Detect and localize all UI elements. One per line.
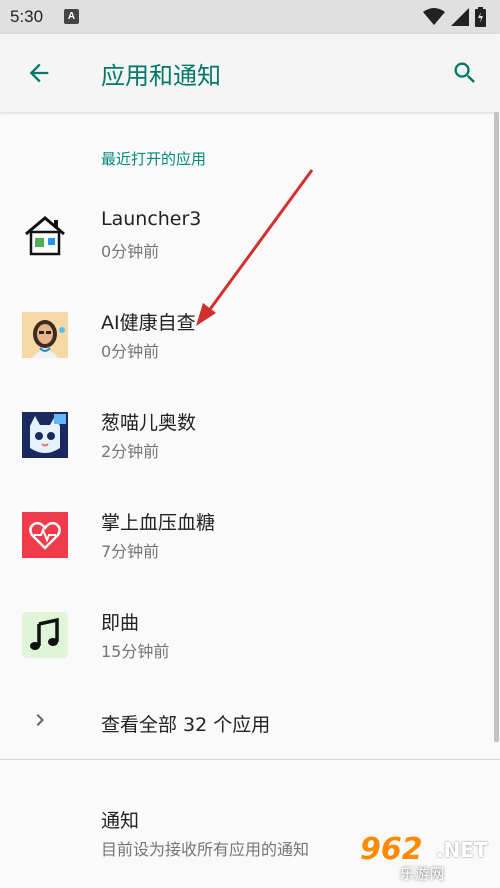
watermark-number: 962 [360,832,423,867]
app-last-used: 7分钟前 [101,542,160,561]
heart-icon [22,512,68,558]
cat-math-icon [22,412,68,458]
watermark-domain: .NET [436,838,488,862]
app-row-jiqu[interactable]: 即曲 15分钟前 [0,600,492,700]
page-title: 应用和通知 [101,62,221,90]
signal-icon [451,8,469,26]
search-button[interactable] [446,54,484,92]
notifications-subtitle: 目前设为接收所有应用的通知 [101,840,310,859]
app-name: 葱喵儿奥数 [101,412,197,434]
status-bar: 5:30 A [0,0,500,34]
app-name: 即曲 [101,612,140,634]
app-last-used: 0分钟前 [101,242,160,261]
search-icon [454,62,475,83]
battery-icon [475,7,486,27]
chevron-right-icon [36,714,44,726]
app-name: 掌上血压血糖 [101,512,216,534]
notifications-title: 通知 [101,810,140,832]
music-note-icon [22,612,68,658]
app-last-used: 2分钟前 [101,442,160,461]
app-row-cat-math[interactable]: 葱喵儿奥数 2分钟前 [0,400,492,500]
watermark-sub: 乐游网 [400,867,445,883]
see-all-label: 查看全部 32 个应用 [101,714,271,736]
app-row-launcher3[interactable]: Launcher3 0分钟前 [0,200,492,300]
wifi-icon [423,8,445,25]
watermark-logo: 962 .NET 乐游网 [360,832,494,884]
ai-doctor-icon [22,312,68,358]
see-all-apps-button[interactable]: 查看全部 32 个应用 [0,690,492,754]
app-bar: 应用和通知 [0,34,500,112]
status-icons [423,7,486,27]
app-row-ai-health[interactable]: AI健康自查 0分钟前 [0,300,492,400]
scrollbar[interactable] [494,112,499,742]
arrow-back-icon [29,63,49,83]
back-button[interactable] [22,56,56,90]
notification-a-icon: A [64,9,79,24]
app-name: AI健康自查 [101,312,196,334]
divider [0,759,500,760]
recent-apps-header: 最近打开的应用 [101,150,207,168]
app-last-used: 0分钟前 [101,342,160,361]
app-row-blood-pressure[interactable]: 掌上血压血糖 7分钟前 [0,500,492,600]
home-icon [22,212,68,258]
app-name: Launcher3 [101,208,202,230]
app-last-used: 15分钟前 [101,642,170,661]
status-time: 5:30 [10,7,44,26]
